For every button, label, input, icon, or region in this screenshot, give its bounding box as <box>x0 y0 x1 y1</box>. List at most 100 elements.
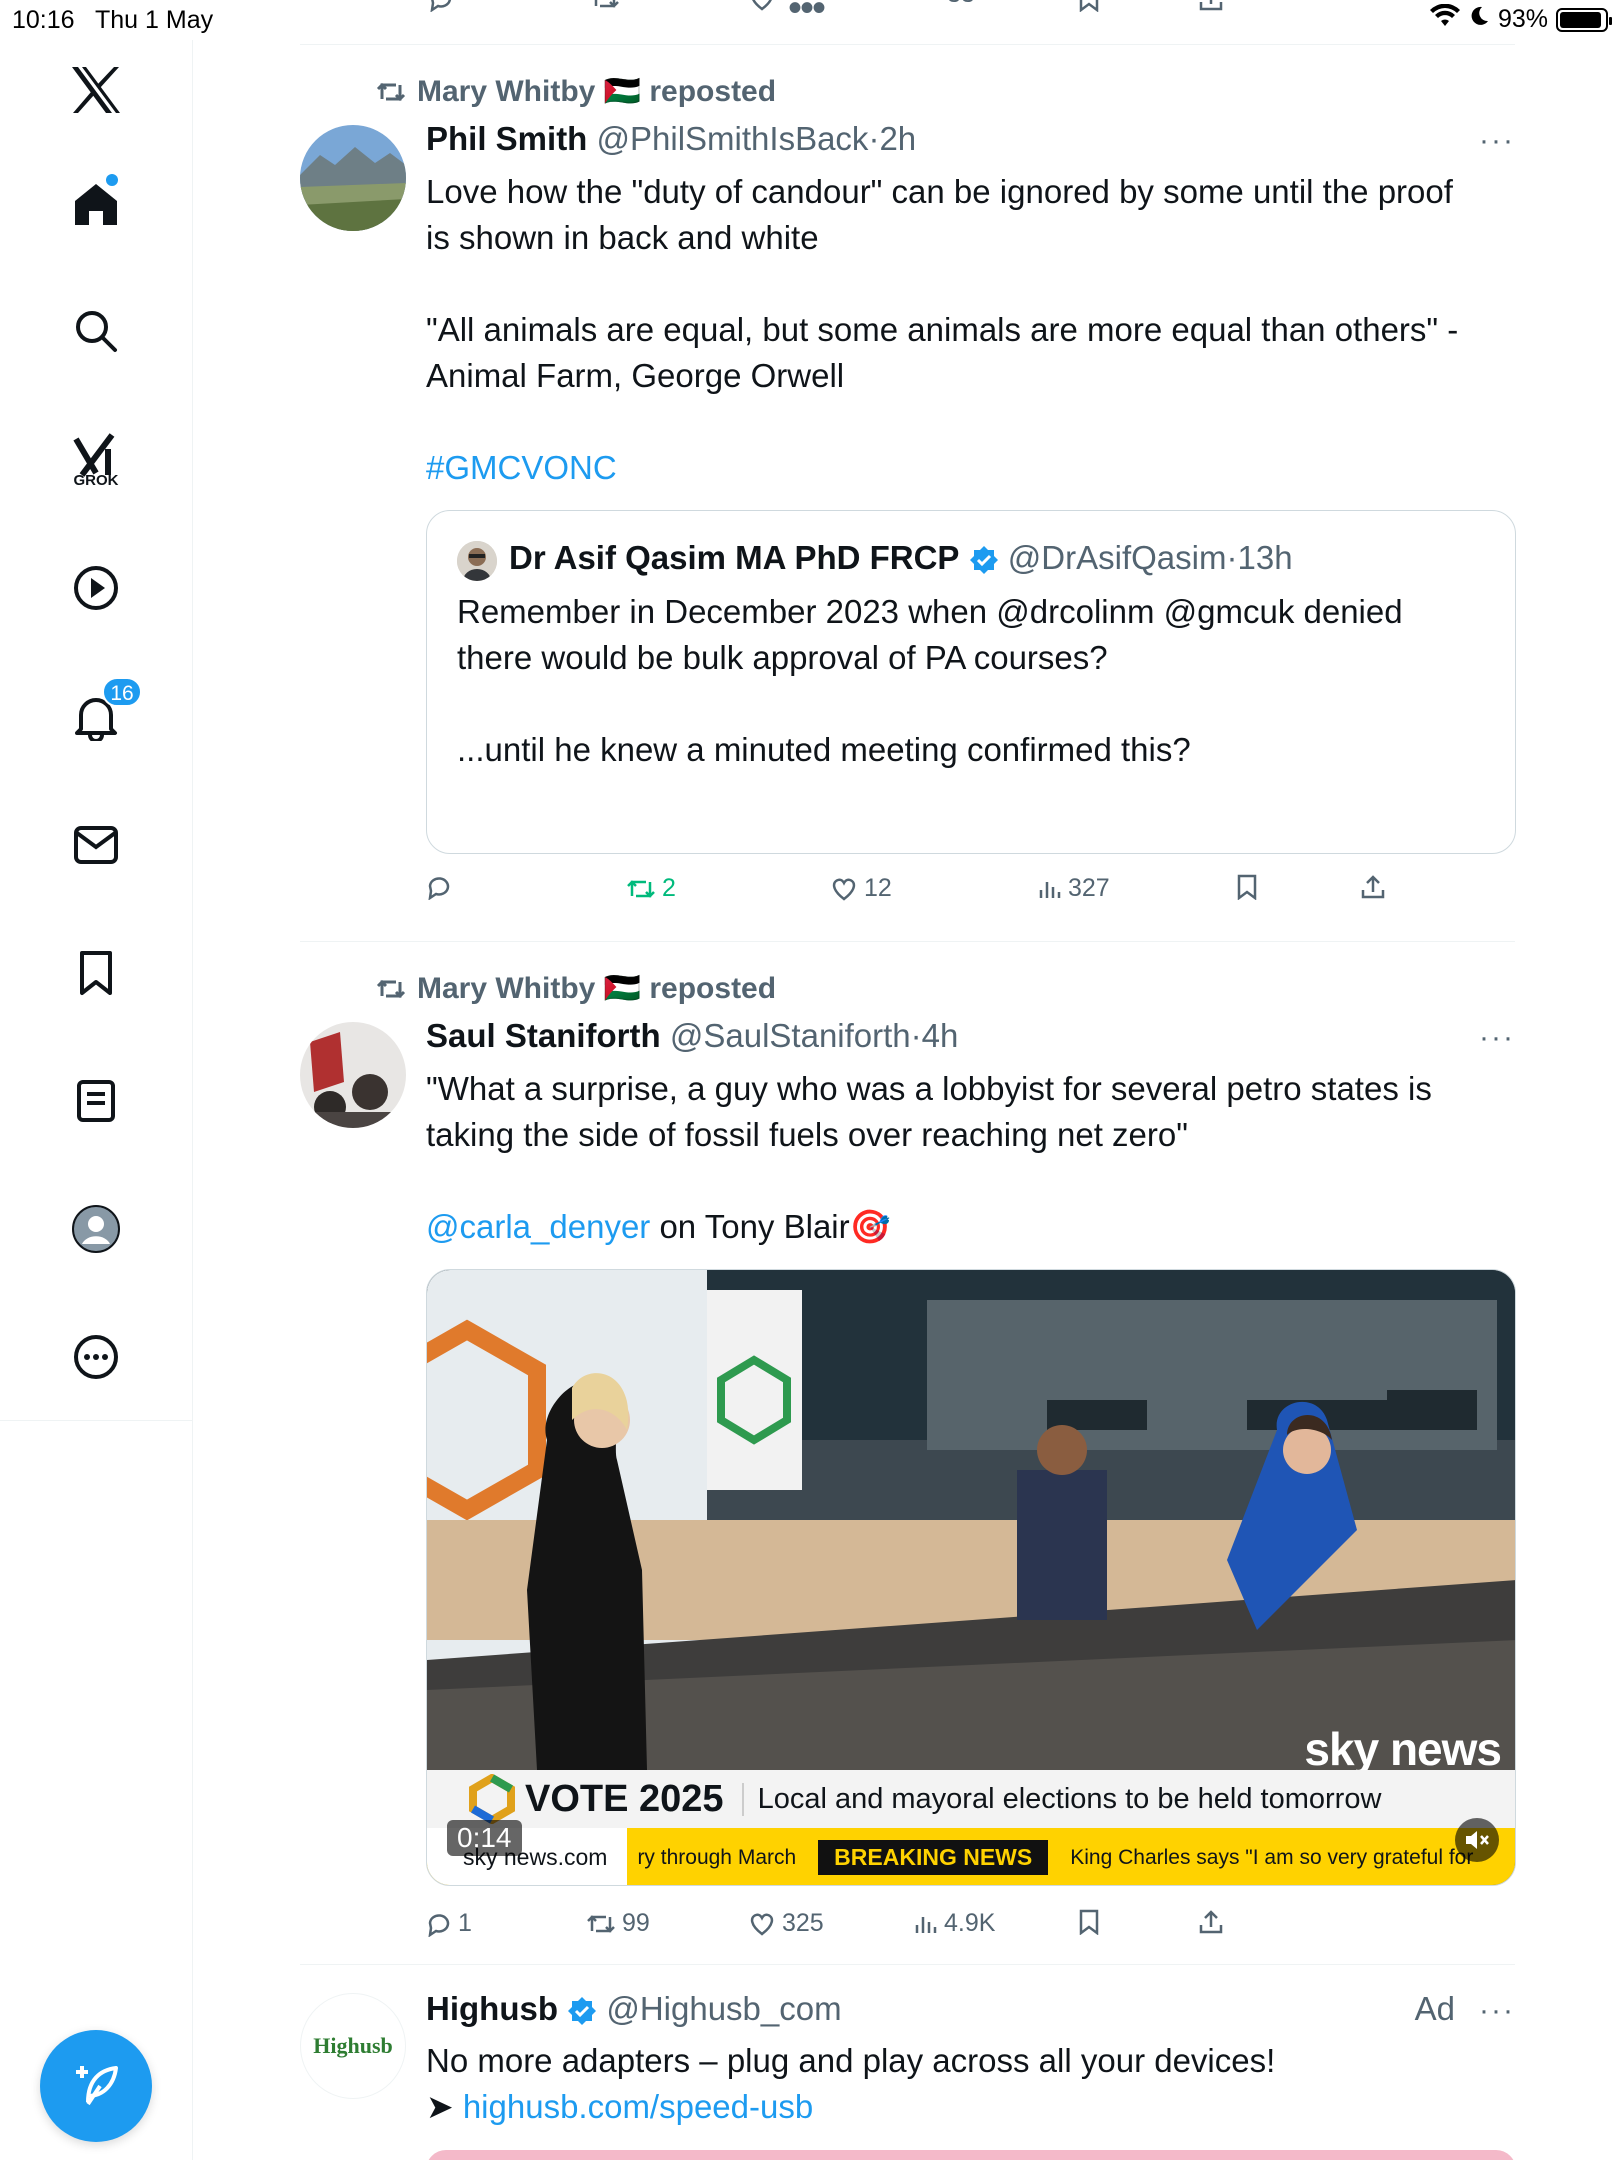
avatar[interactable] <box>300 125 406 231</box>
search-icon <box>76 311 117 352</box>
post-actions: 1 99 325 4.9K <box>426 1909 1516 1949</box>
ad-label: Ad <box>1414 1990 1455 2027</box>
nav-profile[interactable] <box>62 1195 130 1263</box>
repost-count: 99 <box>622 1909 650 1937</box>
avatar[interactable]: Highusb <box>300 1993 406 2099</box>
text-line: @carla_denyer on Tony Blair🎯 <box>426 1204 1506 1250</box>
repost-attribution: Mary Whitby 🇵🇸 reposted <box>375 74 776 109</box>
nav-notifications[interactable]: 16 <box>62 677 142 751</box>
text-line: Animal Farm, George Orwell <box>426 357 845 394</box>
text-line: ➤ highusb.com/speed-usb <box>426 2084 1506 2130</box>
quoted-post[interactable]: Dr Asif Qasim MA PhD FRCP @DrAsifQasim·1… <box>426 510 1516 854</box>
repost-icon[interactable] <box>590 0 620 17</box>
author-name[interactable]: Phil Smith <box>426 120 587 157</box>
repost-button[interactable]: 2 <box>626 874 676 903</box>
video-player[interactable]: sky news VOTE 2025 Local and mayoral ele… <box>426 1269 1516 1886</box>
author-name[interactable]: Highusb <box>426 1990 558 2027</box>
ticker-breaking-label: BREAKING NEWS <box>818 1840 1049 1875</box>
author-handle[interactable]: @PhilSmithIsBack <box>597 120 869 157</box>
text-line <box>426 399 1506 445</box>
nav-home[interactable] <box>62 170 130 238</box>
share-icon[interactable] <box>1198 0 1224 17</box>
reply-button[interactable] <box>426 874 458 900</box>
views-button[interactable]: 327 <box>1038 874 1110 903</box>
ticker-right-text: King Charles says "I am so very grateful… <box>1070 1845 1474 1869</box>
quote-header: Dr Asif Qasim MA PhD FRCP @DrAsifQasim·1… <box>509 539 1293 576</box>
text-line: ...until he knew a minuted meeting confi… <box>457 731 1191 768</box>
grok-label: GROK <box>73 472 119 489</box>
hashtag-link[interactable]: #GMCVONC <box>426 445 1506 491</box>
like-button[interactable]: 12 <box>830 874 892 903</box>
quote-author-name: Dr Asif Qasim MA PhD FRCP <box>509 539 960 576</box>
author-handle[interactable]: @SaulStaniforth <box>670 1017 911 1054</box>
post-time[interactable]: 2h <box>879 120 916 157</box>
sidebar: GROK 16 <box>0 40 193 2160</box>
like-icon <box>832 878 856 901</box>
reply-icon[interactable] <box>428 0 454 17</box>
news-ticker: sky news.com ry through March BREAKING N… <box>427 1828 1515 1885</box>
post-more-icon[interactable]: ··· <box>1479 1994 1515 2028</box>
post-text: "What a surprise, a guy who was a lobbyi… <box>426 1066 1506 1250</box>
views-count: 327 <box>1068 874 1110 902</box>
post-more-icon[interactable]: ··· <box>1479 124 1515 158</box>
post-text: Love how the "duty of candour" can be ig… <box>426 169 1506 491</box>
views-button[interactable]: 4.9K <box>914 1909 995 1938</box>
nav-bookmarks[interactable] <box>62 939 130 1007</box>
avatar[interactable] <box>300 1022 406 1128</box>
post-header: Phil Smith @PhilSmithIsBack·2h <box>426 120 917 157</box>
views-count: 4.9K <box>944 1909 996 1937</box>
bookmark-button[interactable] <box>1078 1909 1100 1935</box>
sidebar-divider <box>0 1420 193 1421</box>
ad-link[interactable]: highusb.com/speed-usb <box>463 2088 813 2125</box>
like-icon <box>750 1913 774 1936</box>
news-banner: VOTE 2025 Local and mayoral elections to… <box>427 1770 1515 1828</box>
share-button[interactable] <box>1198 1909 1224 1935</box>
like-button[interactable]: 325 <box>748 1909 824 1938</box>
share-icon <box>1361 875 1385 899</box>
post-more-icon[interactable]: ··· <box>1479 1021 1515 1055</box>
compose-post-button[interactable] <box>40 2030 152 2142</box>
repost-count: 2 <box>662 874 676 902</box>
ad-media-preview[interactable] <box>426 2150 1516 2160</box>
text-line: No more adapters – plug and play across … <box>426 2042 1276 2079</box>
nav-messages[interactable] <box>62 811 130 879</box>
share-icon <box>1199 1910 1223 1934</box>
window-handle-dots[interactable]: ••• <box>788 0 826 28</box>
post-time[interactable]: 4h <box>922 1017 959 1054</box>
repost-icon <box>376 979 406 998</box>
text-line <box>457 681 1497 727</box>
mute-button[interactable] <box>1455 1818 1499 1862</box>
repost-text[interactable]: Mary Whitby 🇵🇸 reposted <box>417 971 776 1006</box>
ticker-left-text: ry through March <box>637 1845 797 1869</box>
status-time: 10:16 <box>12 6 75 34</box>
reply-button[interactable]: 1 <box>426 1909 472 1938</box>
bookmark-icon <box>1079 1909 1099 1935</box>
bookmark-button[interactable] <box>1236 874 1258 900</box>
post-text: No more adapters – plug and play across … <box>426 2038 1506 2130</box>
author-name[interactable]: Saul Staniforth <box>426 1017 661 1054</box>
battery-fill <box>1560 11 1601 28</box>
views-icon <box>1039 881 1061 898</box>
views-count-top: 33 <box>916 0 975 9</box>
quote-avatar <box>457 541 497 581</box>
repost-text[interactable]: Mary Whitby 🇵🇸 reposted <box>417 74 776 109</box>
nav-more[interactable] <box>62 1323 130 1391</box>
bookmark-icon[interactable] <box>1078 0 1100 17</box>
repost-button[interactable]: 99 <box>586 1909 650 1938</box>
compose-feather-icon <box>76 2066 118 2106</box>
nav-grok[interactable]: GROK <box>62 422 130 490</box>
post-header: Saul Staniforth @SaulStaniforth·4h <box>426 1017 959 1054</box>
x-logo[interactable] <box>62 56 130 124</box>
nav-lists[interactable] <box>62 1067 130 1135</box>
play-icon <box>74 566 118 610</box>
text-line: "All animals are equal, but some animals… <box>426 311 1459 348</box>
bookmark-icon <box>80 951 112 995</box>
share-button[interactable] <box>1360 874 1386 900</box>
like-icon[interactable] <box>748 0 776 17</box>
mention-link[interactable]: @carla_denyer <box>426 1208 650 1245</box>
nav-videos[interactable] <box>62 554 130 622</box>
author-handle[interactable]: @Highusb_com <box>606 1990 841 2027</box>
divider <box>300 941 1515 942</box>
nav-search[interactable] <box>62 297 130 365</box>
mail-icon <box>74 826 118 864</box>
